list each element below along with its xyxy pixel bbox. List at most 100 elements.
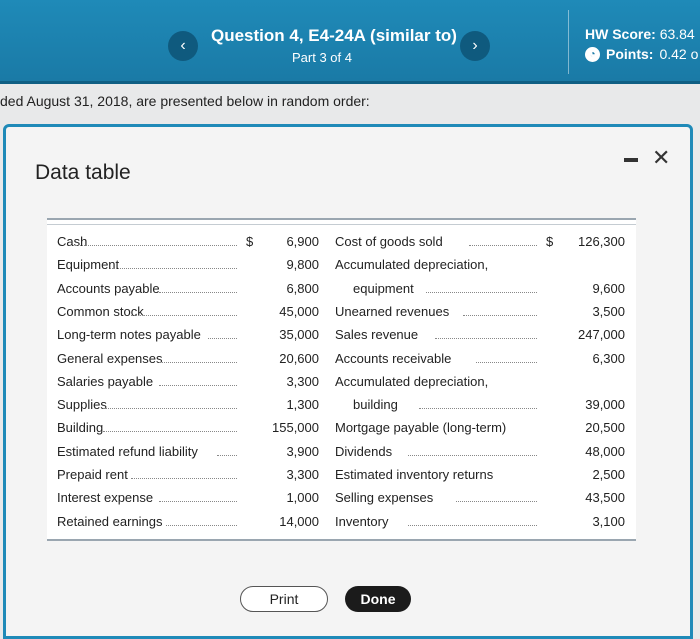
- left-currency: $: [246, 234, 254, 249]
- right-amount: 9,600: [592, 280, 625, 296]
- table-row: Long-term notes payable 35,000 Sales reven…: [47, 327, 636, 349]
- dialog-title: Data table: [35, 161, 131, 184]
- chevron-right-icon: ›: [472, 37, 478, 54]
- left-amount: 155,000: [272, 420, 319, 436]
- table-row: Estimated refund liability 3,900 Dividends…: [47, 444, 636, 466]
- left-account-name: Accounts payable: [57, 280, 160, 296]
- table-row: Cash $6,900 Cost of goods sold $126,300: [47, 234, 636, 256]
- right-account-name: Accounts receivable: [335, 350, 452, 366]
- left-amount: 45,000: [279, 303, 319, 319]
- left-account-name: Building: [57, 420, 104, 436]
- leader-dots: [131, 478, 237, 479]
- left-account-name: General expenses: [57, 350, 163, 366]
- table-row: Retained earnings 14,000 Inventory 3,100: [47, 514, 636, 536]
- done-button[interactable]: Done: [345, 586, 411, 612]
- right-amount: 247,000: [578, 327, 625, 343]
- right-account-name: Sales revenue: [335, 327, 419, 343]
- right-account-name: Accumulated depreciation,: [335, 373, 489, 389]
- table-row: Interest expense 1,000 Selling expenses 43,…: [47, 490, 636, 512]
- left-amount: 6,900: [286, 234, 319, 249]
- header-divider: [568, 10, 569, 74]
- left-account-name: Interest expense: [57, 490, 154, 506]
- table-row: Prepaid rent 3,300 Estimated inventory ret…: [47, 467, 636, 489]
- right-amount: 2,500: [592, 467, 625, 482]
- data-table: Cash $6,900 Cost of goods sold $126,300 Equi…: [47, 218, 636, 541]
- right-account-name: Dividends: [335, 443, 393, 459]
- leader-dots: [159, 384, 237, 386]
- next-question-button[interactable]: ›: [460, 31, 490, 61]
- table-top-rule: [47, 224, 636, 225]
- leader-dots: [426, 291, 537, 293]
- right-account-name: Estimated inventory returns: [335, 467, 494, 482]
- leader-dots: [435, 338, 537, 340]
- right-amount: 3,100: [592, 513, 625, 529]
- intro-text: ded August 31, 2018, are presented below…: [0, 93, 370, 109]
- left-account-name: Estimated refund liability: [57, 443, 198, 459]
- leader-dots: [208, 338, 237, 340]
- left-account-name: Cash: [57, 234, 88, 249]
- left-amount: 6,800: [286, 280, 319, 296]
- leader-dots: [476, 361, 537, 363]
- left-account-name: Supplies: [57, 397, 107, 413]
- right-account-name: Selling expenses: [335, 490, 434, 506]
- table-row: Building 155,000 Mortgage payable (long-te…: [47, 420, 636, 442]
- minimize-icon[interactable]: [624, 158, 638, 162]
- leader-dots: [75, 245, 237, 246]
- right-amount: 20,500: [585, 420, 625, 436]
- header-bar: ‹ Question 4, E4-24A (similar to) Part 3…: [0, 0, 700, 84]
- leader-dots: [217, 454, 237, 456]
- table-row: Equipment 9,800 Accumulated depreciation,: [47, 257, 636, 279]
- left-amount: 3,300: [286, 373, 319, 389]
- table-row: Supplies 1,300 building 39,000: [47, 397, 636, 419]
- left-amount: 1,000: [286, 490, 319, 506]
- leader-dots: [103, 431, 237, 433]
- left-account-name: Salaries payable: [57, 373, 154, 389]
- left-amount: 14,000: [279, 513, 319, 529]
- hw-score: HW Score: 63.84: [585, 26, 695, 42]
- left-amount: 3,900: [286, 443, 319, 459]
- table-row: General expenses 20,600 Accounts receivabl…: [47, 351, 636, 373]
- close-icon[interactable]: ✕: [652, 145, 670, 171]
- left-account-name: Equipment: [57, 257, 120, 273]
- left-account-name: Retained earnings: [57, 513, 163, 529]
- points-value: 0.42 o: [659, 46, 699, 62]
- points-label: Points:: [606, 46, 654, 62]
- right-account-name: Accumulated depreciation,: [335, 257, 489, 273]
- right-amount: 126,300: [578, 234, 625, 249]
- right-amount: 39,000: [585, 397, 625, 413]
- previous-question-button[interactable]: ‹: [168, 31, 198, 61]
- question-title: Question 4, E4-24A (similar to): [211, 26, 457, 45]
- left-account-name: Prepaid rent: [57, 467, 128, 482]
- hw-score-value: 63.84: [659, 26, 695, 42]
- left-amount: 35,000: [279, 327, 319, 343]
- left-account-name: Long-term notes payable: [57, 327, 201, 343]
- leader-dots: [462, 314, 537, 316]
- table-row: Salaries payable 3,300 Accumulated depreci…: [47, 374, 636, 396]
- table-row: Common stock 45,000 Unearned revenues 3,500: [47, 304, 636, 326]
- right-amount: 3,500: [592, 303, 625, 319]
- leader-dots: [408, 454, 537, 456]
- leader-dots: [419, 408, 537, 410]
- leader-dots: [103, 408, 237, 410]
- right-currency: $: [546, 234, 554, 249]
- hw-score-label: HW Score:: [585, 26, 656, 42]
- left-amount: 1,300: [286, 397, 319, 413]
- leader-dots: [159, 501, 237, 503]
- left-account-name: Common stock: [57, 303, 144, 319]
- hw-points: ◔ Points: 0.42 o: [585, 46, 698, 62]
- question-part: Part 3 of 4: [292, 50, 352, 65]
- right-amount: 48,000: [585, 443, 625, 459]
- table-row: Accounts payable 6,800 equipment 9,600: [47, 281, 636, 303]
- leader-dots: [159, 361, 237, 363]
- leader-dots: [159, 291, 237, 293]
- leader-dots: [131, 314, 237, 316]
- left-amount: 3,300: [286, 467, 319, 482]
- right-account-name: equipment: [353, 280, 414, 296]
- right-account-name: Cost of goods sold: [335, 234, 443, 249]
- chevron-left-icon: ‹: [180, 37, 186, 54]
- right-account-name: Inventory: [335, 513, 389, 529]
- print-button[interactable]: Print: [240, 586, 328, 612]
- right-account-name: building: [353, 397, 398, 413]
- leader-dots: [110, 268, 237, 270]
- right-account-name: Unearned revenues: [335, 303, 450, 319]
